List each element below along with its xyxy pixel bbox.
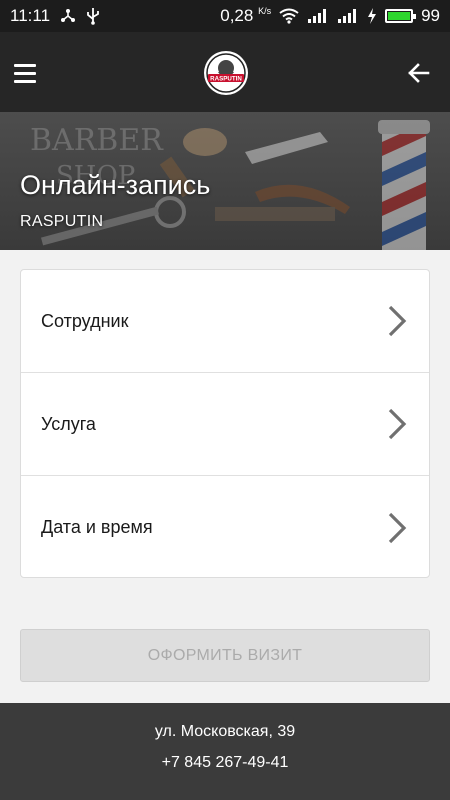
chevron-right-icon — [388, 305, 407, 337]
back-button[interactable] — [404, 58, 434, 88]
employee-label: Сотрудник — [41, 310, 129, 331]
menu-button[interactable] — [14, 58, 44, 88]
page-title: Онлайн-запись — [20, 170, 211, 200]
status-bar: 11:11 0,28 K/s 99 — [0, 0, 450, 32]
service-label: Услуга — [41, 413, 96, 434]
battery-level: 99 — [421, 6, 440, 25]
status-time: 11:11 — [10, 6, 51, 25]
book-visit-button[interactable]: ОФОРМИТЬ ВИЗИТ — [20, 629, 430, 682]
booking-options-card: Сотрудник Услуга Дата и время — [20, 269, 430, 578]
footer-address: ул. Московская, 39 — [154, 723, 296, 740]
svg-text:RASPUTIN: RASPUTIN — [210, 76, 242, 83]
battery-icon — [385, 9, 417, 23]
service-selector[interactable]: Услуга — [21, 373, 429, 476]
datetime-label: Дата и время — [41, 517, 153, 537]
footer: ул. Московская, 39 +7 845 267-49-41 — [0, 703, 450, 800]
wifi-icon — [279, 8, 299, 24]
network-speed-unit: K/s — [258, 6, 272, 16]
usb-icon — [86, 7, 100, 25]
chevron-right-icon — [388, 408, 407, 440]
app-toolbar: RASPUTIN — [0, 32, 450, 112]
signal-icon-1 — [307, 8, 329, 24]
arrow-back-icon — [408, 63, 430, 83]
chevron-right-icon — [388, 512, 407, 543]
datetime-selector[interactable]: Дата и время — [21, 476, 429, 579]
rasputin-logo: RASPUTIN — [203, 50, 249, 96]
share-icon — [60, 8, 76, 24]
hero-banner: BARBER SHOP Онлайн-запись RASPUTIN — [0, 112, 450, 250]
page-subtitle: RASPUTIN — [20, 213, 104, 230]
svg-text:BARBER: BARBER — [30, 123, 164, 158]
charging-icon — [367, 8, 377, 24]
footer-phone[interactable]: +7 845 267-49-41 — [0, 754, 450, 772]
employee-selector[interactable]: Сотрудник — [21, 270, 429, 373]
network-speed: 0,28 — [220, 6, 254, 25]
signal-icon-2 — [337, 8, 359, 24]
